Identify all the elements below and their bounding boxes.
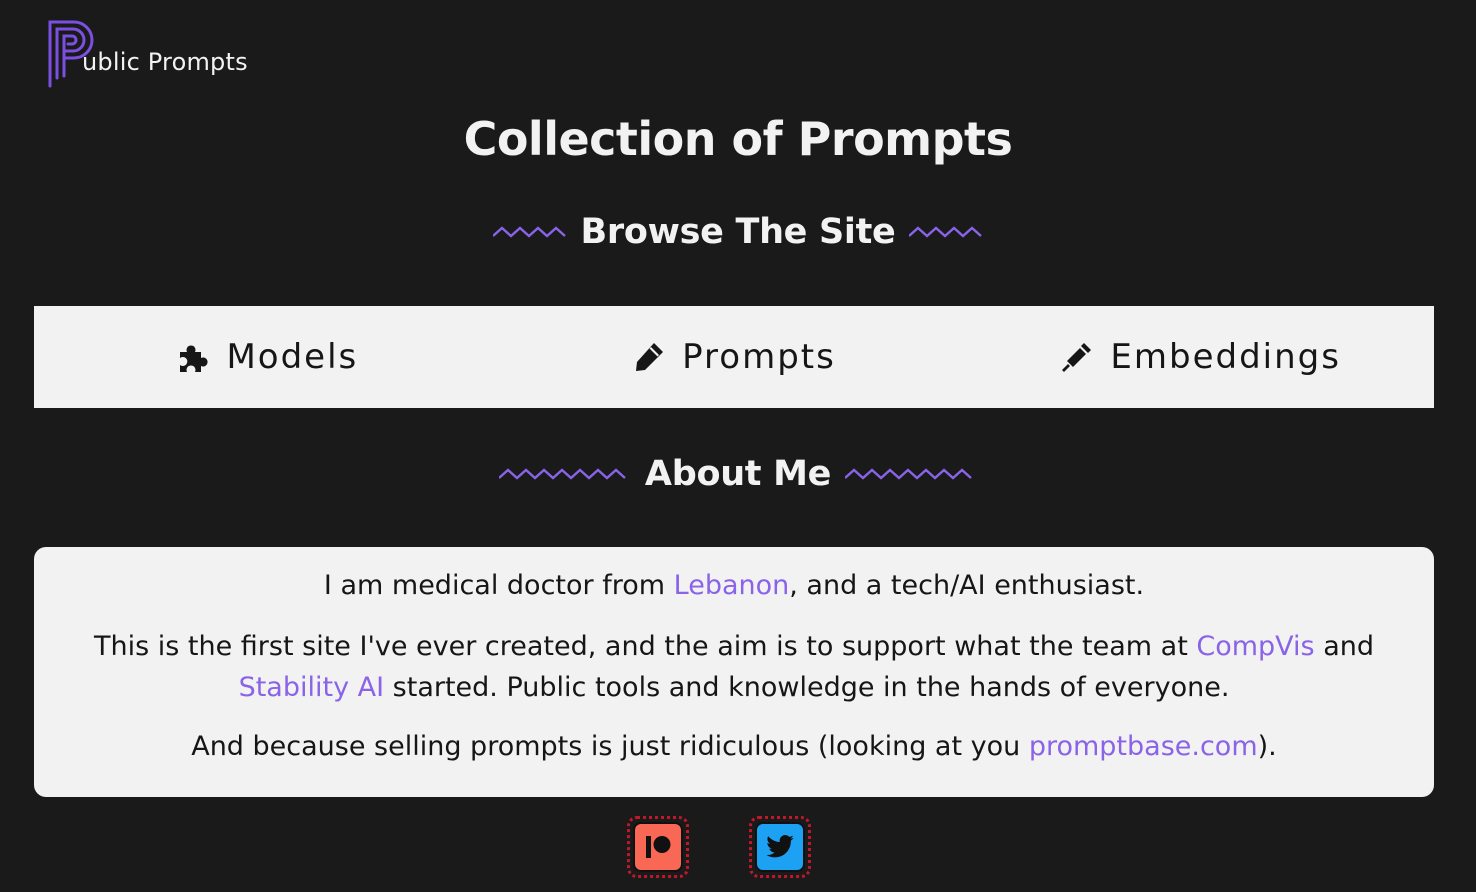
zigzag-left-decoration (498, 468, 626, 480)
stability-ai-link[interactable]: Stability AI (239, 672, 385, 703)
twitter-icon (766, 835, 794, 858)
about-text: started. Public tools and knowledge in t… (384, 672, 1230, 703)
page-title: Collection of Prompts (463, 112, 1013, 166)
compvis-link[interactable]: CompVis (1196, 631, 1314, 662)
about-heading: About Me (0, 454, 1476, 494)
about-text: and (1314, 631, 1375, 662)
lebanon-link[interactable]: Lebanon (674, 570, 790, 601)
patreon-button-inner (633, 822, 683, 872)
twitter-button[interactable] (749, 816, 811, 878)
page: ublic Prompts Collection of Prompts Brow… (0, 0, 1476, 892)
about-paragraph-3: And because selling prompts is just ridi… (74, 726, 1394, 767)
nav-models-label: Models (226, 337, 359, 377)
zigzag-right-decoration (909, 226, 983, 238)
nav-prompts-link[interactable]: Prompts (501, 337, 968, 377)
about-text: And because selling prompts is just ridi… (191, 731, 1029, 762)
patreon-button[interactable] (627, 816, 689, 878)
browse-heading-label: Browse The Site (580, 212, 896, 252)
about-heading-label: About Me (644, 454, 832, 494)
zigzag-right-decoration (845, 468, 972, 480)
twitter-button-inner (755, 822, 805, 872)
pencil-icon (636, 343, 664, 371)
logo-text: ublic Prompts (82, 48, 248, 76)
puzzle-icon (180, 345, 208, 372)
about-text: ). (1257, 731, 1277, 762)
browse-nav: Models Prompts Embeddings (34, 306, 1434, 408)
promptbase-link[interactable]: promptbase.com (1029, 731, 1258, 762)
about-text: , and a tech/AI enthusiast. (789, 570, 1145, 601)
nav-embeddings-link[interactable]: Embeddings (967, 337, 1434, 377)
social-links (0, 816, 1476, 890)
about-text: I am medical doctor from (323, 570, 674, 601)
zigzag-left-decoration (492, 226, 566, 238)
about-text: This is the first site I've ever created… (93, 631, 1197, 662)
nav-models-link[interactable]: Models (34, 337, 501, 377)
nav-prompts-label: Prompts (682, 337, 836, 377)
about-card: I am medical doctor from Lebanon, and a … (34, 547, 1434, 797)
syringe-icon (1062, 343, 1092, 372)
patreon-icon (646, 836, 671, 858)
site-logo[interactable]: ublic Prompts (44, 16, 248, 90)
about-paragraph-2: This is the first site I've ever created… (74, 626, 1394, 708)
nav-embeddings-label: Embeddings (1110, 337, 1341, 377)
browse-heading: Browse The Site (0, 212, 1476, 252)
about-paragraph-1: I am medical doctor from Lebanon, and a … (74, 565, 1394, 606)
